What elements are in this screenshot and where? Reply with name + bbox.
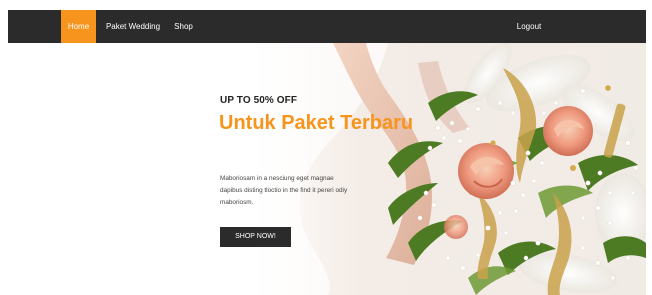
shop-now-button[interactable]: SHOP NOW! [220,227,291,247]
nav-home-link[interactable]: Home [61,10,96,43]
hero-description: Maboriosam in a nesciung eget magnae dap… [220,175,348,206]
page: Home Paket Wedding Shop Logout UP TO 50%… [0,0,652,295]
promo-text: UP TO 50% OFF [220,95,298,106]
nav-logout-link[interactable]: Logout [511,10,547,43]
hero-title: Untuk Paket Terbaru [219,112,414,134]
hero-banner: UP TO 50% OFF Untuk Paket Terbaru Mabori… [8,43,646,295]
nav-paket-wedding-link[interactable]: Paket Wedding [103,10,163,43]
top-navbar: Home Paket Wedding Shop Logout [8,10,646,43]
nav-shop-link[interactable]: Shop [171,10,196,43]
wedding-bouquet-image [238,43,646,295]
